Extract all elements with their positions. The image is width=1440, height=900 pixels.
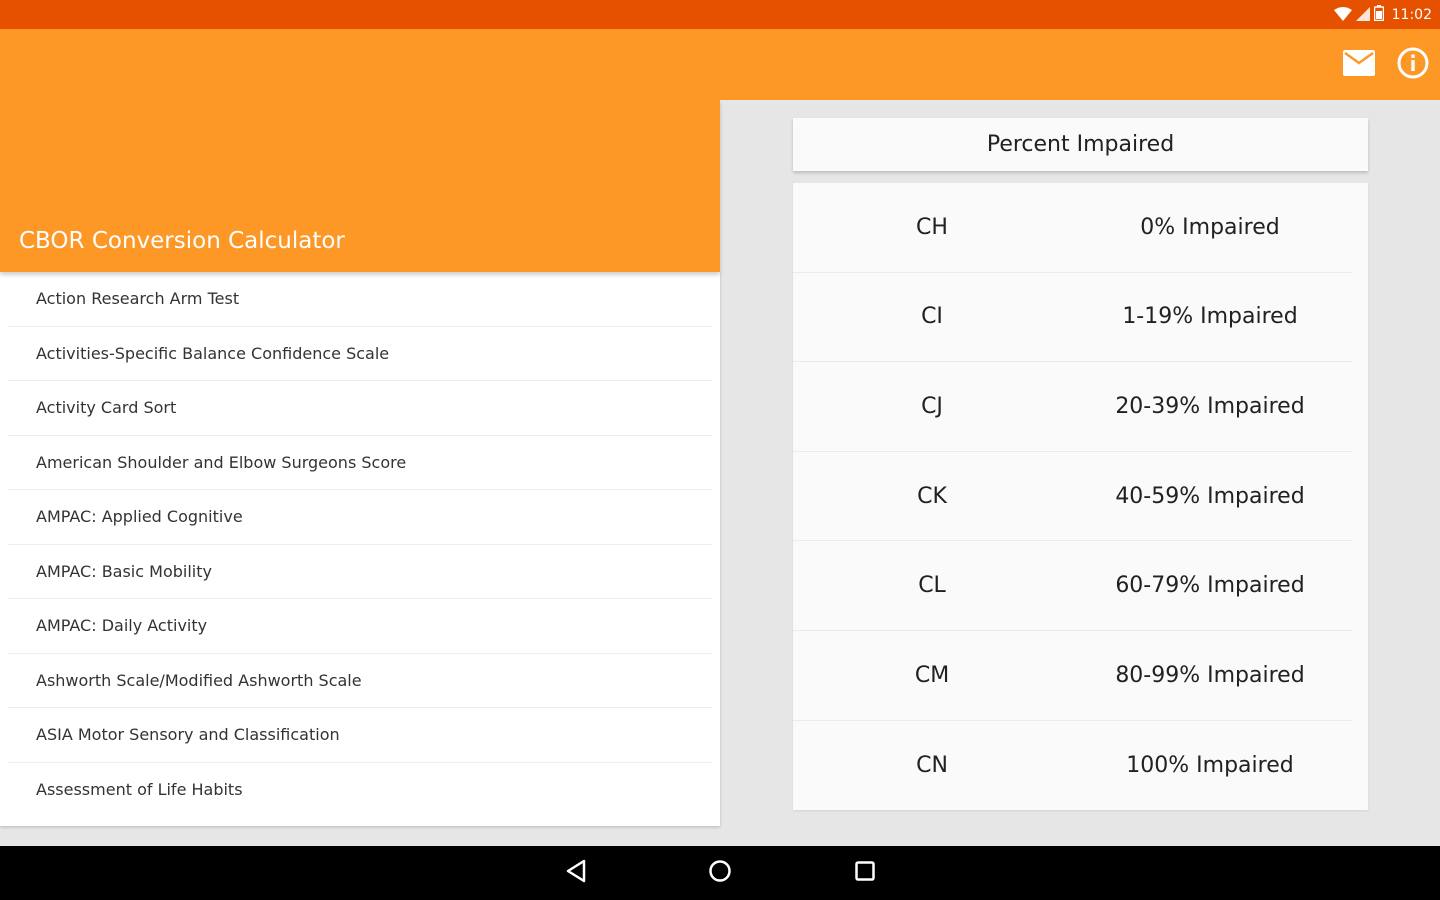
- list-item[interactable]: AMPAC: Daily Activity: [8, 599, 712, 654]
- list-item[interactable]: Ashworth Scale/Modified Ashworth Scale: [8, 654, 712, 708]
- result-header-label: Percent Impaired: [986, 132, 1175, 157]
- battery-icon: [1373, 5, 1384, 25]
- info-button[interactable]: [1396, 47, 1430, 83]
- result-description: 80-99% Impaired: [1115, 662, 1305, 688]
- list-item[interactable]: AMPAC: Applied Cognitive: [8, 490, 712, 545]
- app-title: CBOR Conversion Calculator: [19, 228, 345, 254]
- list-item-label: ASIA Motor Sensory and Classification: [36, 725, 340, 745]
- list-item-label: AMPAC: Basic Mobility: [36, 561, 212, 581]
- table-row: CJ 20-39% Impaired: [793, 362, 1352, 452]
- table-row: CN 100% Impaired: [793, 721, 1352, 811]
- list-item-label: Assessment of Life Habits: [36, 780, 243, 800]
- list-item[interactable]: ASIA Motor Sensory and Classification: [8, 708, 712, 763]
- status-bar: 11:02: [0, 0, 1440, 29]
- list-item[interactable]: Action Research Arm Test: [8, 272, 712, 327]
- table-row: CL 60-79% Impaired: [793, 541, 1352, 631]
- list-item-label: Activities-Specific Balance Confidence S…: [36, 343, 390, 363]
- result-code: CI: [921, 304, 943, 330]
- result-code: CN: [916, 752, 948, 778]
- table-row: CH 0% Impaired: [793, 183, 1352, 273]
- result-description: 40-59% Impaired: [1115, 483, 1305, 509]
- app-bar: [0, 29, 1440, 100]
- recents-button[interactable]: [851, 859, 879, 887]
- table-row: CK 40-59% Impaired: [793, 452, 1352, 542]
- list-item[interactable]: Assessment of Life Habits: [8, 763, 712, 818]
- mail-button[interactable]: [1342, 48, 1376, 82]
- list-item-label: AMPAC: Applied Cognitive: [36, 507, 243, 527]
- result-code: CK: [917, 483, 947, 509]
- status-time: 11:02: [1391, 7, 1432, 23]
- recents-icon: [854, 860, 876, 886]
- result-header: Percent Impaired: [793, 118, 1368, 171]
- home-icon: [708, 859, 732, 887]
- result-description: 0% Impaired: [1140, 214, 1280, 240]
- status-icons: 11:02: [1333, 4, 1432, 26]
- info-icon: [1397, 47, 1429, 83]
- result-code: CL: [918, 573, 946, 599]
- table-row: CI 1-19% Impaired: [793, 273, 1352, 363]
- result-code: CM: [914, 662, 950, 688]
- result-code: CH: [916, 214, 948, 240]
- home-button[interactable]: [706, 859, 734, 887]
- list-item[interactable]: American Shoulder and Elbow Surgeons Sco…: [8, 436, 712, 490]
- list-item-label: Activity Card Sort: [36, 398, 177, 418]
- mail-icon: [1343, 50, 1375, 80]
- back-icon: [565, 859, 587, 887]
- result-description: 100% Impaired: [1126, 752, 1294, 778]
- list-item-label: Action Research Arm Test: [36, 289, 240, 309]
- result-description: 20-39% Impaired: [1115, 393, 1305, 419]
- table-row: CM 80-99% Impaired: [793, 631, 1352, 721]
- result-code: CJ: [921, 393, 943, 419]
- list-item-label: Ashworth Scale/Modified Ashworth Scale: [36, 670, 362, 690]
- system-nav-bar: [0, 846, 1440, 900]
- back-button[interactable]: [562, 859, 590, 887]
- wifi-icon: [1333, 6, 1352, 25]
- list-item[interactable]: AMPAC: Basic Mobility: [8, 545, 712, 599]
- list-item[interactable]: Activity Card Sort: [8, 381, 712, 436]
- result-description: 60-79% Impaired: [1115, 573, 1305, 599]
- list-item[interactable]: Activities-Specific Balance Confidence S…: [8, 327, 712, 381]
- app-bar-extension: CBOR Conversion Calculator: [0, 100, 720, 272]
- cell-signal-icon: [1355, 6, 1370, 25]
- list-item-label: AMPAC: Daily Activity: [36, 616, 208, 636]
- result-description: 1-19% Impaired: [1122, 304, 1298, 330]
- result-table: CH 0% Impaired CI 1-19% Impaired CJ 20-3…: [793, 183, 1368, 810]
- assessment-list: Action Research Arm Test Activities-Spec…: [0, 272, 720, 826]
- list-item-label: American Shoulder and Elbow Surgeons Sco…: [36, 452, 407, 472]
